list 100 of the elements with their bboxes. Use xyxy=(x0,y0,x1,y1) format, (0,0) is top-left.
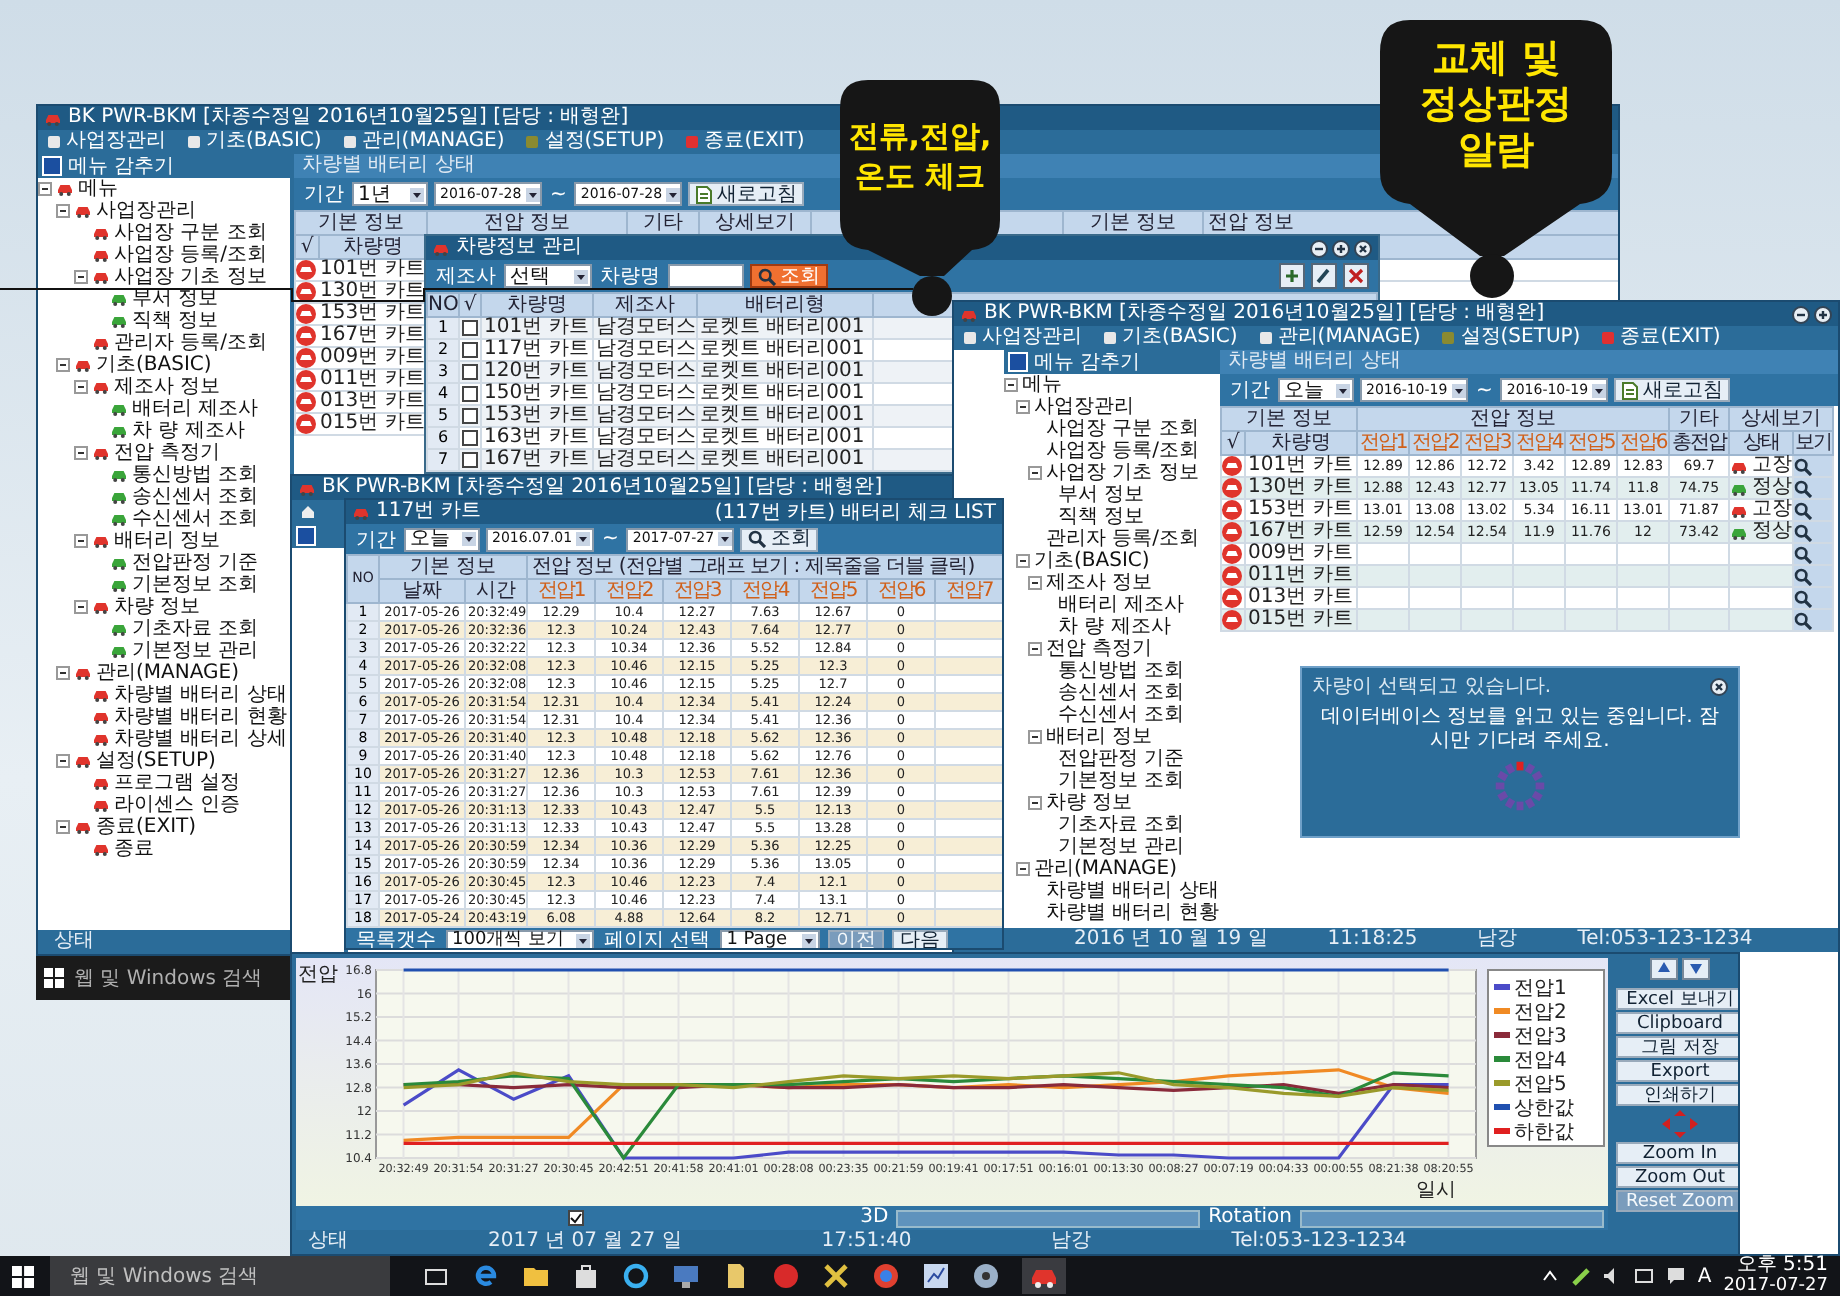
tree-item[interactable]: 차량 정보 xyxy=(1046,792,1133,814)
expander-icon[interactable] xyxy=(56,204,70,218)
menu-item[interactable]: 종료(EXIT) xyxy=(1600,326,1721,350)
car-name[interactable]: 015번 카트 xyxy=(1245,609,1357,631)
home-icon[interactable] xyxy=(300,504,316,520)
checkbox[interactable] xyxy=(462,408,478,424)
tree-item[interactable]: 직책 정보 xyxy=(1058,506,1145,528)
period-dropdown[interactable]: 1년 xyxy=(352,182,428,206)
expander-icon[interactable] xyxy=(74,600,88,614)
browser-icon[interactable] xyxy=(622,1262,650,1290)
car-name[interactable]: 011번 카트 xyxy=(1245,565,1357,587)
tree-item[interactable]: 라이센스 인증 xyxy=(114,794,241,816)
tree-item[interactable]: 기본정보 조회 xyxy=(132,574,259,596)
tree-item[interactable]: 사업장 등록/조회 xyxy=(1046,440,1200,462)
chart-action-button[interactable]: 인쇄하기 xyxy=(1616,1084,1738,1106)
expander-icon[interactable] xyxy=(1028,466,1042,480)
add-icon[interactable] xyxy=(1278,262,1306,290)
network-icon[interactable] xyxy=(1633,1266,1654,1286)
tree-item[interactable]: 관리자 등록/조회 xyxy=(114,332,268,354)
minimize-icon[interactable] xyxy=(1310,239,1328,257)
tree-item[interactable]: 전압판정 기준 xyxy=(132,552,259,574)
menu-item[interactable]: 관리(MANAGE) xyxy=(341,130,505,154)
tree-item[interactable]: 차량별 배터리 현황 xyxy=(114,706,287,728)
toggle-icon[interactable] xyxy=(296,526,316,546)
scrollbar[interactable] xyxy=(1299,1209,1604,1227)
tree-item[interactable]: 기본정보 관리 xyxy=(132,640,259,662)
period-dropdown[interactable]: 오늘 xyxy=(404,527,480,551)
close-icon[interactable] xyxy=(1710,677,1728,695)
chart-action-button[interactable]: Excel 보내기 xyxy=(1616,988,1738,1010)
shopping-bag-icon[interactable] xyxy=(572,1262,600,1290)
tree-item[interactable]: 배터리 제조사 xyxy=(1058,594,1185,616)
tree-item[interactable]: 차량별 배터리 상태 xyxy=(114,684,287,706)
tree-item[interactable]: 사업장 기초 정보 xyxy=(114,266,267,288)
tree-item[interactable]: 기본정보 조회 xyxy=(1058,770,1185,792)
tree-item[interactable]: 배터리 정보 xyxy=(114,530,221,552)
tree-item[interactable]: 차 량 제조사 xyxy=(1058,616,1171,638)
tree-item[interactable]: 기초자료 조회 xyxy=(1058,814,1185,836)
tree-item[interactable]: 수신센서 조회 xyxy=(1058,704,1185,726)
tree-item[interactable]: 송신센서 조회 xyxy=(1058,682,1185,704)
chart-action-button[interactable]: Clipboard xyxy=(1616,1012,1738,1034)
tree-item[interactable]: 차량별 배터리 상태 xyxy=(1046,880,1219,902)
scrollbar[interactable] xyxy=(896,1209,1201,1227)
checkbox[interactable] xyxy=(462,386,478,402)
tree-item[interactable]: 통신방법 조회 xyxy=(132,464,259,486)
maximize-icon[interactable] xyxy=(1332,239,1350,257)
tree-item[interactable]: 차량별 배터리 상세 xyxy=(114,728,287,750)
pen-icon[interactable] xyxy=(1569,1266,1590,1286)
tree-item[interactable]: 관리(MANAGE) xyxy=(96,662,239,684)
tree-item[interactable]: 통신방법 조회 xyxy=(1058,660,1185,682)
expander-icon[interactable] xyxy=(1028,642,1042,656)
disc-icon[interactable] xyxy=(972,1262,1000,1290)
expander-icon[interactable] xyxy=(56,820,70,834)
tree-item[interactable]: 사업장 등록/조회 xyxy=(114,244,268,266)
menu-item[interactable]: 기초(BASIC) xyxy=(1102,326,1238,350)
document-icon[interactable] xyxy=(722,1262,750,1290)
menu-item[interactable]: 설정(SETUP) xyxy=(524,130,665,154)
tree-item[interactable]: 수신센서 조회 xyxy=(132,508,259,530)
checkbox[interactable] xyxy=(462,452,478,468)
menu-item[interactable]: 기초(BASIC) xyxy=(186,130,322,154)
tree-item[interactable]: 종료(EXIT) xyxy=(96,816,197,838)
expander-icon[interactable] xyxy=(56,666,70,680)
maker-dropdown[interactable]: 선택 xyxy=(504,264,592,288)
car-name[interactable]: 130번 카트 xyxy=(1245,477,1357,499)
tree-item[interactable]: 제조사 정보 xyxy=(114,376,221,398)
tree-item[interactable]: 메뉴 xyxy=(78,178,118,200)
expander-icon[interactable] xyxy=(1028,796,1042,810)
zoom-button[interactable]: Zoom In xyxy=(1616,1142,1738,1164)
tree-item[interactable]: 제조사 정보 xyxy=(1046,572,1153,594)
round-app-icon[interactable] xyxy=(772,1262,800,1290)
tree-item[interactable]: 기초(BASIC) xyxy=(96,354,212,376)
minimize-icon[interactable] xyxy=(1792,305,1810,323)
clock-date[interactable]: 2017-07-27 xyxy=(1723,1276,1828,1296)
tree-item[interactable]: 사업장관리 xyxy=(1034,396,1134,418)
tree-item[interactable]: 사업장 구분 조회 xyxy=(1046,418,1199,440)
menu-item[interactable]: 사업장관리 xyxy=(46,130,166,154)
tree-item[interactable]: 종료 xyxy=(114,838,154,860)
chart-icon[interactable] xyxy=(922,1262,950,1290)
color-wheel-icon[interactable] xyxy=(872,1262,900,1290)
start-icon[interactable] xyxy=(44,968,64,988)
monitor-icon[interactable] xyxy=(672,1262,700,1290)
tools-icon[interactable] xyxy=(822,1262,850,1290)
expander-icon[interactable] xyxy=(1016,862,1030,876)
tree-item[interactable]: 기본정보 관리 xyxy=(1058,836,1185,858)
menu-item[interactable]: 설정(SETUP) xyxy=(1440,326,1581,350)
tree-item[interactable]: 관리(MANAGE) xyxy=(1034,858,1177,880)
page-dropdown[interactable]: 1 Page xyxy=(720,929,821,948)
checkbox[interactable] xyxy=(462,342,478,358)
tree-item[interactable]: 송신센서 조회 xyxy=(132,486,259,508)
expander-icon[interactable] xyxy=(74,270,88,284)
tree-item[interactable]: 기초(BASIC) xyxy=(1034,550,1150,572)
clock-time[interactable]: 오후 5:51 xyxy=(1736,1256,1828,1276)
zoom-button[interactable]: Zoom Out xyxy=(1616,1166,1738,1188)
checkbox[interactable] xyxy=(568,1210,585,1226)
tree-item[interactable]: 사업장 기초 정보 xyxy=(1046,462,1199,484)
expander-icon[interactable] xyxy=(1028,730,1042,744)
menu-item[interactable]: 종료(EXIT) xyxy=(684,130,805,154)
tree-item[interactable]: 차량 정보 xyxy=(114,596,201,618)
expander-icon[interactable] xyxy=(1016,554,1030,568)
caret-up-icon[interactable] xyxy=(1541,1270,1558,1282)
car-name[interactable]: 167번 카트 xyxy=(1245,521,1357,543)
